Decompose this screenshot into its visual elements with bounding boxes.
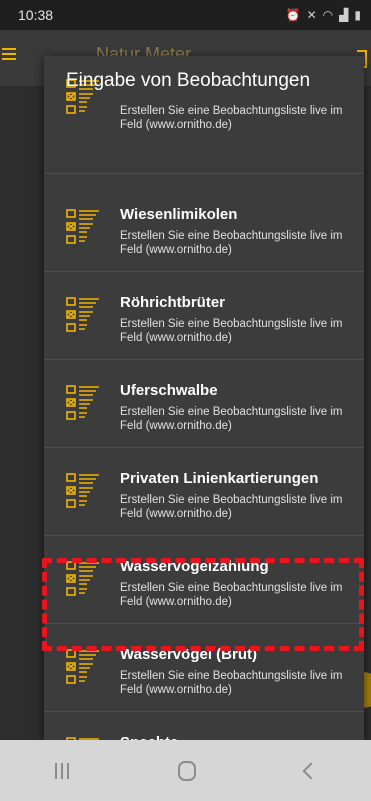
home-icon[interactable] — [177, 760, 196, 781]
dialog-title: Eingabe von Beobachtungen — [66, 70, 311, 91]
checklist-icon — [66, 648, 102, 686]
alarm-icon: ⏰ — [285, 8, 301, 22]
list-item-description: Erstellen Sie eine Beobachtungsliste liv… — [120, 105, 343, 131]
checklist-icon — [66, 472, 102, 510]
signal-icon: ▟ — [339, 8, 349, 22]
list-item-title: Privaten Linienkartierungen — [120, 470, 319, 487]
status-bar: 10:38 ⏰ ✕ ◠ ▟ ▮ — [0, 0, 371, 30]
list-item[interactable]: Privaten Linienkartierungen Erstellen Si… — [44, 448, 364, 536]
list-item[interactable]: Uferschwalbe Erstellen Sie eine Beobacht… — [44, 360, 364, 448]
checklist-icon — [66, 384, 102, 422]
list-item-description: Erstellen Sie eine Beobachtungsliste liv… — [120, 318, 343, 344]
status-icons: ⏰ ✕ ◠ ▟ ▮ — [286, 8, 361, 22]
list-item-description: Erstellen Sie eine Beobachtungsliste liv… — [120, 406, 343, 432]
list-item-title: Wiesenlimikolen — [120, 206, 238, 223]
navigation-bar — [0, 740, 371, 801]
list-item[interactable]: Spechte Erstellen Sie eine Beobachtungsl… — [44, 712, 364, 740]
list-item-description: Erstellen Sie eine Beobachtungsliste liv… — [120, 230, 343, 256]
status-time: 10:38 — [18, 7, 54, 23]
battery-icon: ▮ — [354, 8, 361, 22]
hamburger-menu-icon[interactable] — [2, 48, 16, 62]
highlight-box — [42, 558, 364, 651]
mute-icon: ✕ — [306, 8, 317, 22]
list-item-description: Erstellen Sie eine Beobachtungsliste liv… — [120, 494, 343, 520]
checklist-icon — [66, 208, 102, 246]
list-item[interactable]: Röhrichtbrüter Erstellen Sie eine Beobac… — [44, 272, 364, 360]
wifi-icon: ◠ — [322, 8, 334, 22]
recents-icon[interactable] — [54, 762, 69, 779]
list-item-description: Erstellen Sie eine Beobachtungsliste liv… — [120, 670, 343, 696]
list-item[interactable]: Wiesenlimikolen Erstellen Sie eine Beoba… — [44, 184, 364, 272]
checklist-icon — [66, 296, 102, 334]
list-item-title: Röhrichtbrüter — [120, 294, 225, 311]
back-icon[interactable] — [302, 762, 319, 779]
list-item[interactable]: Erstellen Sie eine Beobachtungsliste liv… — [44, 79, 364, 174]
list-item-title: Uferschwalbe — [120, 382, 218, 399]
